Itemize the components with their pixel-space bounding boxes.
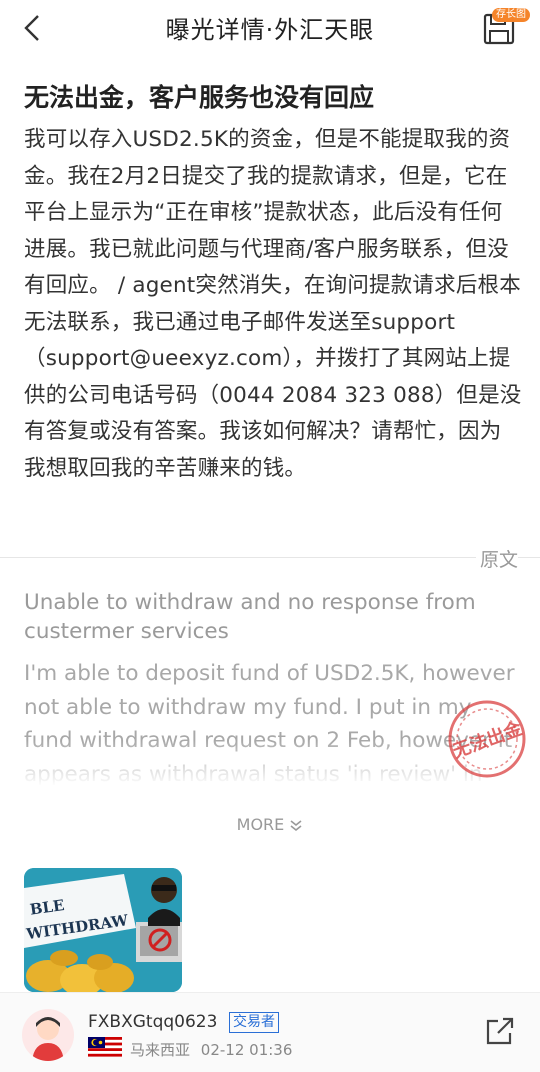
complaint-title: 无法出金，客户服务也没有回应 (24, 83, 375, 112)
username[interactable]: FXBXGtqq0623 (88, 1012, 217, 1032)
more-button[interactable]: MORE (0, 815, 540, 834)
save-long-image-button[interactable]: 存长图 (482, 8, 530, 46)
post-meta: 马来西亚 02-12 01:36 (130, 1039, 292, 1060)
save-badge: 存长图 (492, 8, 530, 22)
user-avatar-icon (32, 1017, 64, 1061)
author-bar: FXBXGtqq0623 交易者 马来西亚 02-12 01:36 (0, 992, 540, 1072)
malaysia-flag-icon (88, 1037, 122, 1057)
withdrawal-failed-stamp: 无法出金 (448, 700, 526, 778)
complaint-body: 我可以存入USD2.5K的资金，但是不能提取我的资金。我在2月2日提交了我的提款… (24, 127, 522, 481)
top-bar: 曝光详情·外汇天眼 存长图 (0, 0, 540, 56)
role-badge: 交易者 (229, 1012, 279, 1033)
unable-withdraw-illustration: BLE WITHDRAW (24, 868, 182, 992)
original-title: Unable to withdraw and no response from … (24, 590, 476, 644)
original-text-label: 原文 (475, 545, 518, 572)
page-title: 曝光详情·外汇天眼 (165, 16, 375, 44)
avatar[interactable] (22, 1009, 74, 1061)
double-chevron-down-icon (290, 819, 302, 831)
more-label: MORE (236, 815, 285, 834)
divider (0, 557, 540, 558)
share-icon[interactable] (484, 1015, 516, 1047)
evidence-image[interactable]: BLE WITHDRAW (24, 868, 182, 992)
post-datetime: 02-12 01:36 (200, 1041, 293, 1059)
country-label: 马来西亚 (130, 1041, 191, 1059)
